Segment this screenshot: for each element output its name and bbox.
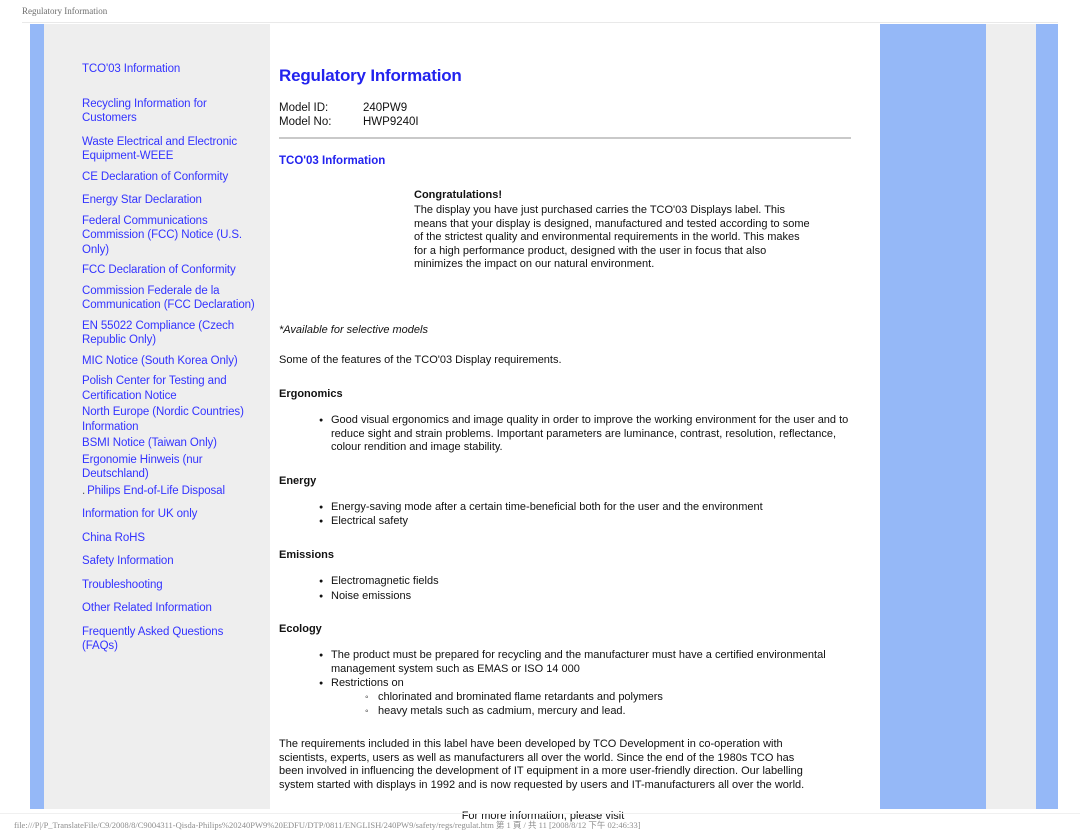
sidebar-item-other-related-information[interactable]: Other Related Information (82, 601, 260, 616)
closing-paragraph: The requirements included in this label … (279, 738, 805, 791)
list-item: The product must be prepared for recycli… (319, 648, 851, 676)
model-no-label: Model No: (279, 116, 332, 128)
list-item: heavy metals such as cadmium, mercury an… (365, 705, 858, 719)
subsection-heading-ecology: Ecology (279, 623, 322, 636)
list-item: Restrictions on chlorinated and brominat… (319, 676, 851, 718)
feature-list-emissions: Electromagnetic fields Noise emissions (279, 574, 866, 604)
decorative-panel-blue-right (1036, 24, 1058, 809)
model-id-label: Model ID: (279, 102, 329, 114)
sidebar-item-ergonomie-hinweis[interactable]: Ergonomie Hinweis (nur Deutschland) (82, 453, 260, 482)
left-accent-stripe (30, 24, 44, 809)
sidebar-item-recycling-information[interactable]: Recycling Information for Customers (82, 97, 260, 126)
page-title: Regulatory Information (279, 66, 462, 85)
sidebar-navigation: TCO'03 Information Recycling Information… (44, 24, 270, 809)
sidebar-item-philips-end-of-life[interactable]: Philips End-of-Life Disposal (82, 484, 260, 499)
table-row: Model No: HWP9240I (279, 116, 419, 130)
sidebar-item-mic-notice-south-korea[interactable]: MIC Notice (South Korea Only) (82, 354, 260, 369)
list-item: Energy-saving mode after a certain time-… (319, 500, 851, 515)
sidebar-item-ce-declaration[interactable]: CE Declaration of Conformity (82, 170, 260, 185)
decorative-panel-gray (986, 24, 1036, 809)
sidebar-item-north-europe-nordic[interactable]: North Europe (Nordic Countries) Informat… (82, 405, 260, 434)
subsection-heading-emissions: Emissions (279, 548, 335, 561)
subsection-heading-ergonomics: Ergonomics (279, 387, 343, 400)
print-footer-path: file:///P|/P_TranslateFile/C9/2008/8/C90… (0, 813, 1080, 834)
model-no-value: HWP9240I (363, 116, 419, 128)
sidebar-item-bsmi-notice-taiwan[interactable]: BSMI Notice (Taiwan Only) (82, 436, 260, 451)
sidebar-item-commission-federale[interactable]: Commission Federale de la Communication … (82, 284, 260, 313)
feature-list-ecology: The product must be prepared for recycli… (279, 648, 866, 718)
section-title-tco03: TCO'03 Information (279, 155, 386, 167)
list-item: Electrical safety (319, 514, 851, 529)
availability-note: *Available for selective models (279, 323, 428, 336)
congratulations-heading: Congratulations! (414, 189, 502, 201)
sidebar-item-fcc-declaration-of-conformity[interactable]: FCC Declaration of Conformity (82, 263, 260, 278)
model-info-table: Model ID: 240PW9 Model No: HWP9240I (279, 102, 419, 130)
print-header-title: Regulatory Information (22, 6, 108, 16)
sidebar-item-en-55022-compliance[interactable]: EN 55022 Compliance (Czech Republic Only… (82, 319, 260, 348)
list-item-label: Restrictions on (331, 677, 404, 690)
features-lead: Some of the features of the TCO'03 Displ… (279, 353, 562, 366)
list-item: Electromagnetic fields (319, 574, 851, 589)
document-page: TCO'03 Information Recycling Information… (22, 22, 1058, 822)
congratulations-block: Congratulations! The display you have ju… (279, 189, 866, 272)
sidebar-item-troubleshooting[interactable]: Troubleshooting (82, 578, 260, 593)
table-row: Model ID: 240PW9 (279, 102, 419, 116)
horizontal-divider (279, 137, 851, 139)
main-content: Regulatory Information Model ID: 240PW9 … (270, 24, 866, 822)
model-id-value: 240PW9 (363, 102, 408, 114)
sidebar-item-safety-information[interactable]: Safety Information (82, 554, 260, 569)
decorative-panel-blue-left (880, 24, 986, 809)
sidebar-item-tco03-information[interactable]: TCO'03 Information (82, 62, 260, 77)
sidebar-item-energy-star-declaration[interactable]: Energy Star Declaration (82, 193, 260, 208)
list-item: Noise emissions (319, 589, 851, 604)
feature-list-ergonomics: Good visual ergonomics and image quality… (279, 413, 866, 455)
restrictions-sub-list: chlorinated and brominated flame retarda… (331, 691, 851, 718)
sidebar-item-fcc-notice-us-only[interactable]: Federal Communications Commission (FCC) … (82, 214, 260, 258)
sidebar-item-china-rohs[interactable]: China RoHS (82, 531, 260, 546)
feature-list-energy: Energy-saving mode after a certain time-… (279, 500, 866, 529)
subsection-heading-energy: Energy (279, 474, 317, 487)
sidebar-item-waste-electrical-weee[interactable]: Waste Electrical and Electronic Equipmen… (82, 135, 260, 164)
sidebar-item-information-uk-only[interactable]: Information for UK only (82, 507, 260, 522)
congratulations-body: The display you have just purchased carr… (414, 204, 810, 271)
list-item: Good visual ergonomics and image quality… (319, 413, 851, 455)
sidebar-item-faqs[interactable]: Frequently Asked Questions (FAQs) (82, 625, 260, 654)
list-item: chlorinated and brominated flame retarda… (365, 691, 858, 705)
sidebar-item-polish-center-testing[interactable]: Polish Center for Testing and Certificat… (82, 374, 260, 403)
